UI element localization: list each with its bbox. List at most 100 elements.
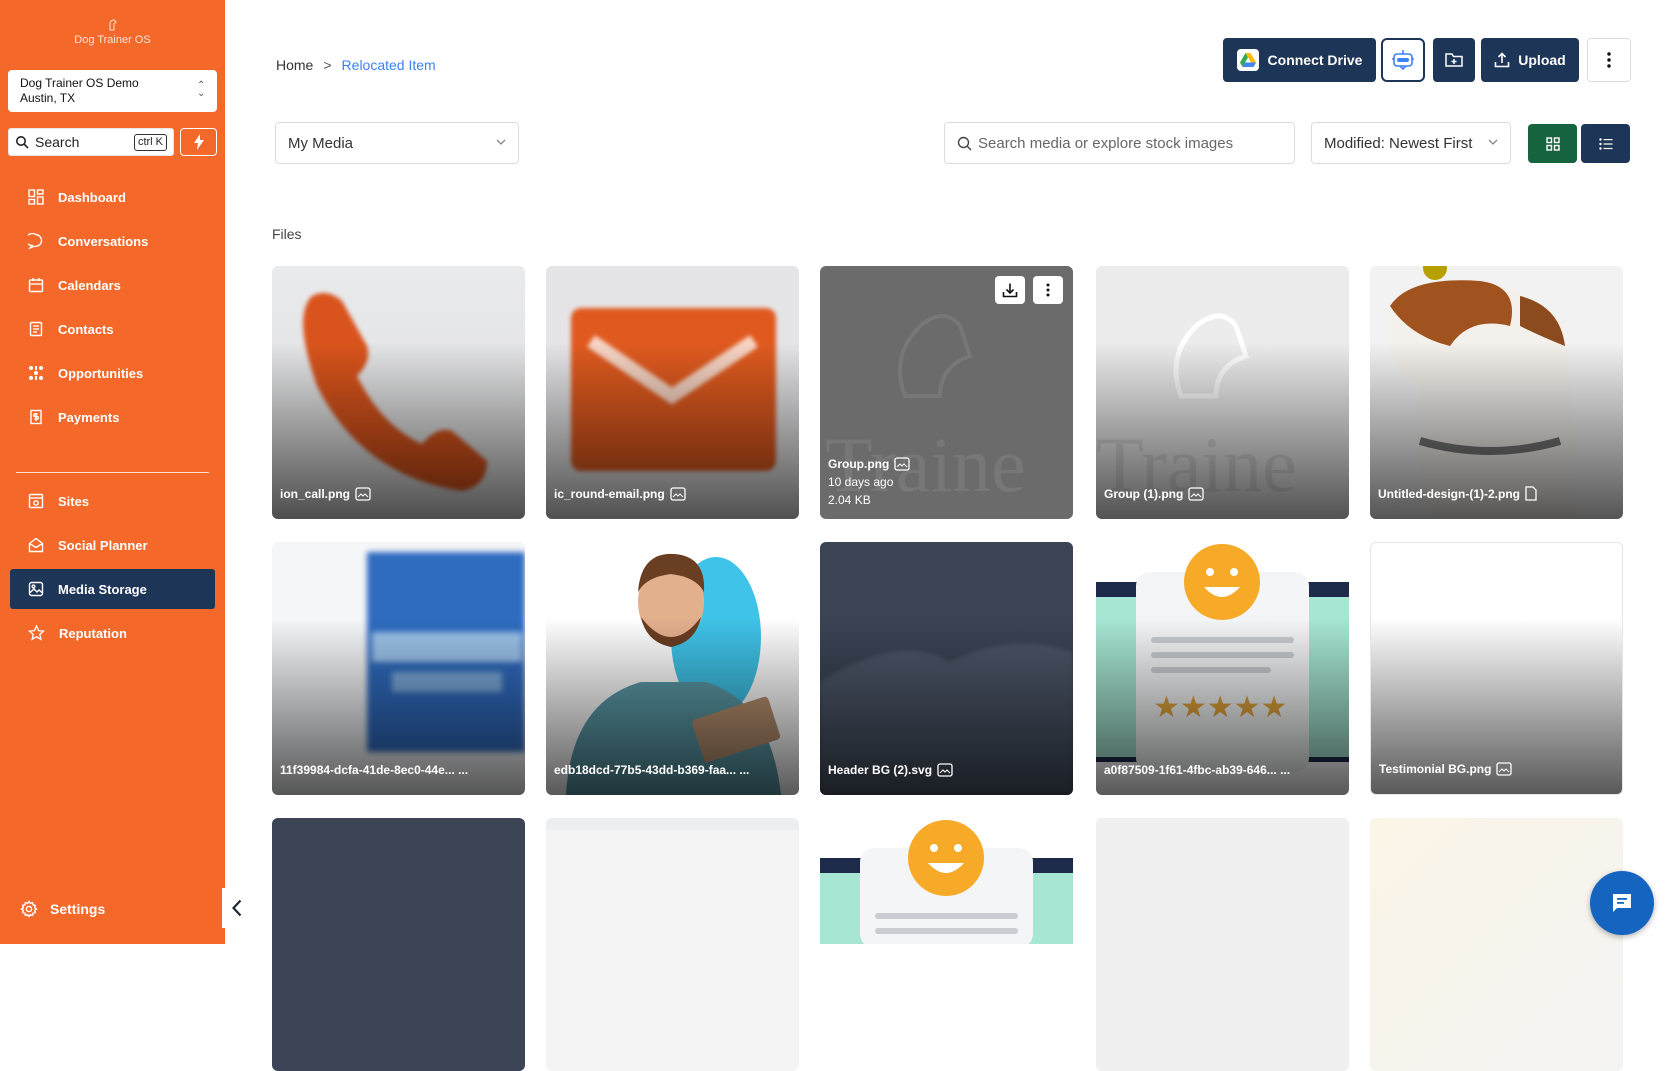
media-source-value: My Media: [288, 135, 354, 152]
nav-contacts[interactable]: Contacts: [10, 309, 215, 349]
file-card[interactable]: Traine Group (1).png: [1096, 266, 1349, 519]
media-source-select[interactable]: My Media: [275, 122, 519, 164]
file-card[interactable]: ic_round-email.png: [546, 266, 799, 519]
file-name: a0f87509-1f61-4fbc-ab39-646... ...: [1104, 763, 1341, 777]
kebab-icon: [1607, 52, 1611, 68]
search-icon: [957, 136, 972, 151]
upload-label: Upload: [1518, 52, 1566, 68]
nav-sites[interactable]: Sites: [10, 481, 215, 521]
file-name-text: 11f39984-dcfa-41de-8ec0-44e... ...: [280, 763, 469, 777]
nav-label: Opportunities: [58, 365, 144, 381]
image-file-icon: [1496, 762, 1513, 776]
file-icon: [1525, 486, 1537, 501]
search-label: Search: [35, 134, 80, 150]
nav-label: Payments: [58, 409, 120, 425]
file-card[interactable]: [1096, 818, 1349, 1071]
upload-button[interactable]: Upload: [1481, 38, 1579, 82]
quick-actions-button[interactable]: [180, 128, 217, 156]
file-name: Testimonial BG.png: [1379, 762, 1614, 776]
image-file-icon: [937, 763, 953, 777]
nav-label: Media Storage: [58, 581, 147, 597]
nav-label: Conversations: [58, 233, 149, 249]
nav-social-planner[interactable]: Social Planner: [10, 525, 215, 565]
sidebar-search[interactable]: Search ctrl K: [8, 128, 174, 156]
connect-drive-label: Connect Drive: [1267, 52, 1363, 68]
review-thumbnail: [820, 820, 1073, 944]
chat-bubble-icon: [28, 233, 43, 249]
file-card[interactable]: Untitled-design-(1)-2.png: [1370, 266, 1623, 519]
image-file-icon: [670, 487, 686, 501]
breadcrumb-current[interactable]: Relocated Item: [342, 57, 436, 73]
new-folder-button[interactable]: [1433, 38, 1475, 82]
location-switcher[interactable]: Dog Trainer OS Demo Austin, TX ⌃ ⌄: [8, 70, 217, 112]
nav-settings[interactable]: Settings: [20, 900, 105, 918]
gear-icon: [20, 900, 38, 918]
download-icon: [1002, 283, 1018, 298]
more-options-button[interactable]: [1587, 38, 1631, 82]
file-card[interactable]: ion_call.png: [272, 266, 525, 519]
nav-media-storage[interactable]: Media Storage: [10, 569, 215, 609]
sort-value: Modified: Newest First: [1324, 135, 1473, 152]
list-view-button[interactable]: [1581, 124, 1630, 163]
file-card[interactable]: [820, 818, 1073, 1071]
file-name: Untitled-design-(1)-2.png: [1378, 486, 1615, 501]
file-meta: Group.png 10 days ago 2.04 KB: [828, 455, 910, 509]
media-search-input[interactable]: Search media or explore stock images: [944, 122, 1295, 164]
file-name: Header BG (2).svg: [828, 763, 1065, 777]
chat-widget-button[interactable]: [1590, 871, 1654, 935]
file-card[interactable]: ★★★★★ a0f87509-1f61-4fbc-ab39-646... ...: [1096, 542, 1349, 795]
file-name-text: a0f87509-1f61-4fbc-ab39-646... ...: [1104, 763, 1291, 777]
nav-label: Dashboard: [58, 189, 126, 205]
calendar-icon: [28, 278, 44, 293]
chevron-left-icon: [232, 899, 242, 917]
card-actions: [995, 276, 1063, 304]
collapse-sidebar-button[interactable]: [222, 888, 252, 928]
nav-calendars[interactable]: Calendars: [10, 265, 215, 305]
robot-icon: [1392, 50, 1414, 71]
nav-conversations[interactable]: Conversations: [10, 221, 215, 261]
chevron-down-icon: [1488, 139, 1498, 145]
file-modified: 10 days ago: [828, 475, 894, 489]
file-name: 11f39984-dcfa-41de-8ec0-44e... ...: [280, 763, 517, 777]
file-name-text: Header BG (2).svg: [828, 763, 933, 777]
nav-dashboard[interactable]: Dashboard: [10, 177, 215, 217]
nav-payments[interactable]: Payments: [10, 397, 215, 437]
image-icon: [28, 581, 44, 597]
nav-label: Social Planner: [58, 537, 148, 553]
file-name: ion_call.png: [280, 487, 517, 501]
file-card[interactable]: [272, 818, 525, 1071]
settings-label: Settings: [50, 901, 106, 917]
sort-select[interactable]: Modified: Newest First: [1311, 122, 1511, 164]
nav-reputation[interactable]: Reputation: [10, 613, 215, 653]
nav-label: Contacts: [58, 321, 114, 337]
payments-icon: [30, 409, 42, 425]
download-button[interactable]: [995, 276, 1025, 304]
search-icon: [16, 136, 29, 149]
list-icon: [1598, 137, 1612, 150]
file-name: Group (1).png: [1104, 487, 1341, 501]
breadcrumb-separator: >: [323, 57, 332, 73]
breadcrumb-home[interactable]: Home: [276, 57, 313, 73]
image-file-icon: [1188, 487, 1204, 501]
ai-assistant-button[interactable]: [1381, 38, 1425, 82]
connect-drive-button[interactable]: Connect Drive: [1223, 38, 1376, 82]
grid-view-button[interactable]: [1528, 124, 1577, 163]
nav-opportunities[interactable]: Opportunities: [10, 353, 215, 393]
sidebar: Dog Trainer OS Dog Trainer OS Demo Austi…: [0, 0, 225, 944]
location-city: Austin, TX: [20, 91, 76, 105]
social-icon: [28, 537, 44, 553]
file-card[interactable]: 11f39984-dcfa-41de-8ec0-44e... ...: [272, 542, 525, 795]
brand-name: Dog Trainer OS: [74, 34, 151, 46]
file-card[interactable]: edb18dcd-77b5-43dd-b369-faa... ...: [546, 542, 799, 795]
file-card[interactable]: [546, 818, 799, 1071]
file-menu-button[interactable]: [1033, 276, 1063, 304]
breadcrumb: Home > Relocated Item: [276, 57, 436, 73]
file-card[interactable]: [1370, 818, 1623, 1071]
dog-logo-icon: [109, 19, 117, 31]
files-section-title: Files: [272, 226, 302, 242]
file-card-hovered[interactable]: Traine Group.png 10 days ago 2.04 KB: [820, 266, 1073, 519]
file-card[interactable]: Header BG (2).svg: [820, 542, 1073, 795]
location-name: Dog Trainer OS Demo: [20, 76, 139, 90]
file-card[interactable]: Testimonial BG.png: [1370, 542, 1623, 795]
star-icon: [28, 625, 45, 641]
